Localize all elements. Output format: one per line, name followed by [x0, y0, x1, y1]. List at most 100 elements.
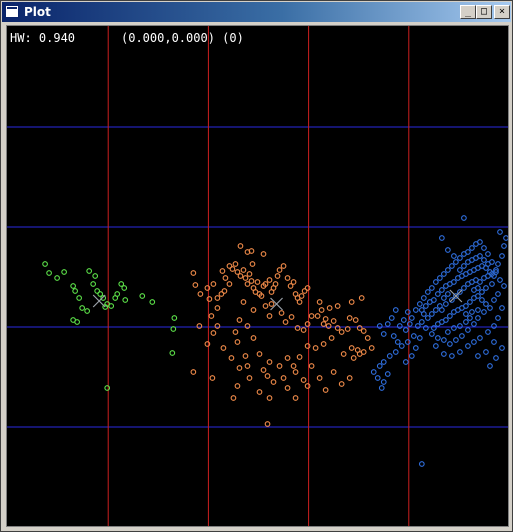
- scatter-point: [416, 335, 423, 341]
- scatter-point: [447, 313, 453, 319]
- scatter-point: [294, 325, 301, 331]
- scatter-point: [451, 325, 457, 331]
- scatter-point: [334, 325, 341, 331]
- scatter-point: [380, 331, 387, 337]
- scatter-point: [274, 273, 281, 279]
- scatter-point: [475, 285, 481, 291]
- scatter-point: [70, 283, 76, 289]
- scatter-point: [451, 309, 457, 315]
- scatter-point: [169, 350, 176, 356]
- hw-readout: HW: 0.940: [10, 31, 76, 45]
- scatter-point: [424, 289, 431, 295]
- scatter-point: [481, 257, 487, 263]
- scatter-point: [390, 333, 397, 339]
- scatter-point: [449, 263, 455, 269]
- scatter-point: [493, 355, 499, 361]
- scatter-point: [260, 251, 267, 257]
- scatter-point: [392, 307, 399, 313]
- scatter-point: [192, 282, 199, 288]
- scatter-point: [443, 301, 449, 307]
- scatter-point: [412, 307, 419, 313]
- scatter-point: [304, 343, 311, 349]
- scatter-point: [477, 279, 483, 285]
- scatter-point: [433, 343, 439, 349]
- scatter-point: [220, 345, 227, 351]
- scatter-point: [244, 363, 251, 369]
- scatter-point: [76, 295, 82, 301]
- scatter-point: [392, 349, 399, 355]
- scatter-point: [481, 245, 487, 251]
- scatter-point: [122, 297, 129, 303]
- scatter-point: [483, 285, 489, 291]
- scatter-point: [479, 297, 485, 303]
- scatter-point: [171, 315, 178, 321]
- scatter-point: [308, 363, 315, 369]
- scatter-point: [304, 321, 311, 327]
- close-button[interactable]: ×: [494, 5, 510, 19]
- scatter-point: [232, 329, 239, 335]
- scatter-point: [451, 279, 457, 285]
- scatter-point: [447, 341, 453, 347]
- scatter-point: [256, 351, 263, 357]
- title-bar[interactable]: Plot _ □ ×: [2, 2, 511, 22]
- scatter-point: [322, 316, 329, 322]
- scatter-point: [229, 266, 236, 272]
- scatter-point: [104, 385, 111, 391]
- scatter-point: [400, 317, 407, 323]
- scatter-plot[interactable]: [7, 26, 508, 526]
- scatter-point: [491, 297, 497, 303]
- scatter-point: [278, 310, 285, 316]
- scatter-point: [402, 359, 409, 365]
- scatter-point: [304, 383, 311, 389]
- scatter-point: [240, 299, 247, 305]
- scatter-point: [445, 329, 451, 335]
- scatter-point: [334, 303, 341, 309]
- scatter-point: [469, 309, 475, 315]
- scatter-point: [471, 339, 477, 345]
- scatter-point: [248, 278, 255, 284]
- scatter-point: [322, 387, 329, 393]
- scatter-point: [282, 319, 289, 325]
- scatter-point: [260, 367, 267, 373]
- scatter-point: [249, 261, 256, 267]
- scatter-point: [491, 339, 497, 345]
- scatter-point: [292, 369, 299, 375]
- minimize-button[interactable]: _: [460, 5, 476, 19]
- scatter-point: [437, 303, 443, 309]
- scatter-point: [433, 279, 439, 285]
- scatter-point: [386, 353, 393, 359]
- scatter-point: [467, 299, 473, 305]
- scatter-point: [268, 301, 275, 307]
- scatter-point: [418, 461, 425, 467]
- scatter-point: [70, 317, 76, 323]
- scatter-point: [396, 323, 403, 329]
- scatter-point: [240, 267, 247, 273]
- scatter-point: [236, 365, 243, 371]
- scatter-point: [406, 321, 413, 327]
- scatter-point: [451, 253, 457, 259]
- scatter-point: [197, 291, 204, 297]
- scatter-point: [499, 305, 505, 311]
- scatter-point: [264, 421, 271, 427]
- scatter-point: [477, 253, 483, 259]
- scatter-point: [230, 395, 237, 401]
- scatter-point: [266, 277, 273, 283]
- scatter-point: [304, 285, 311, 291]
- scatter-point: [414, 323, 421, 329]
- scatter-point: [272, 281, 279, 287]
- maximize-button[interactable]: □: [476, 5, 492, 19]
- scatter-point: [495, 261, 501, 267]
- scatter-point: [219, 268, 226, 274]
- scatter-point: [246, 271, 253, 277]
- scatter-point: [384, 321, 391, 327]
- scatter-point: [246, 375, 253, 381]
- scatter-point: [316, 375, 323, 381]
- window-icon: [5, 5, 19, 18]
- scatter-point: [445, 291, 451, 297]
- scatter-point: [46, 270, 52, 276]
- plot-canvas[interactable]: HW: 0.940 (0.000,0.000) (0): [6, 25, 509, 527]
- scatter-point: [90, 281, 97, 287]
- scatter-point: [485, 329, 491, 335]
- scatter-point: [222, 275, 229, 281]
- scatter-point: [139, 293, 146, 299]
